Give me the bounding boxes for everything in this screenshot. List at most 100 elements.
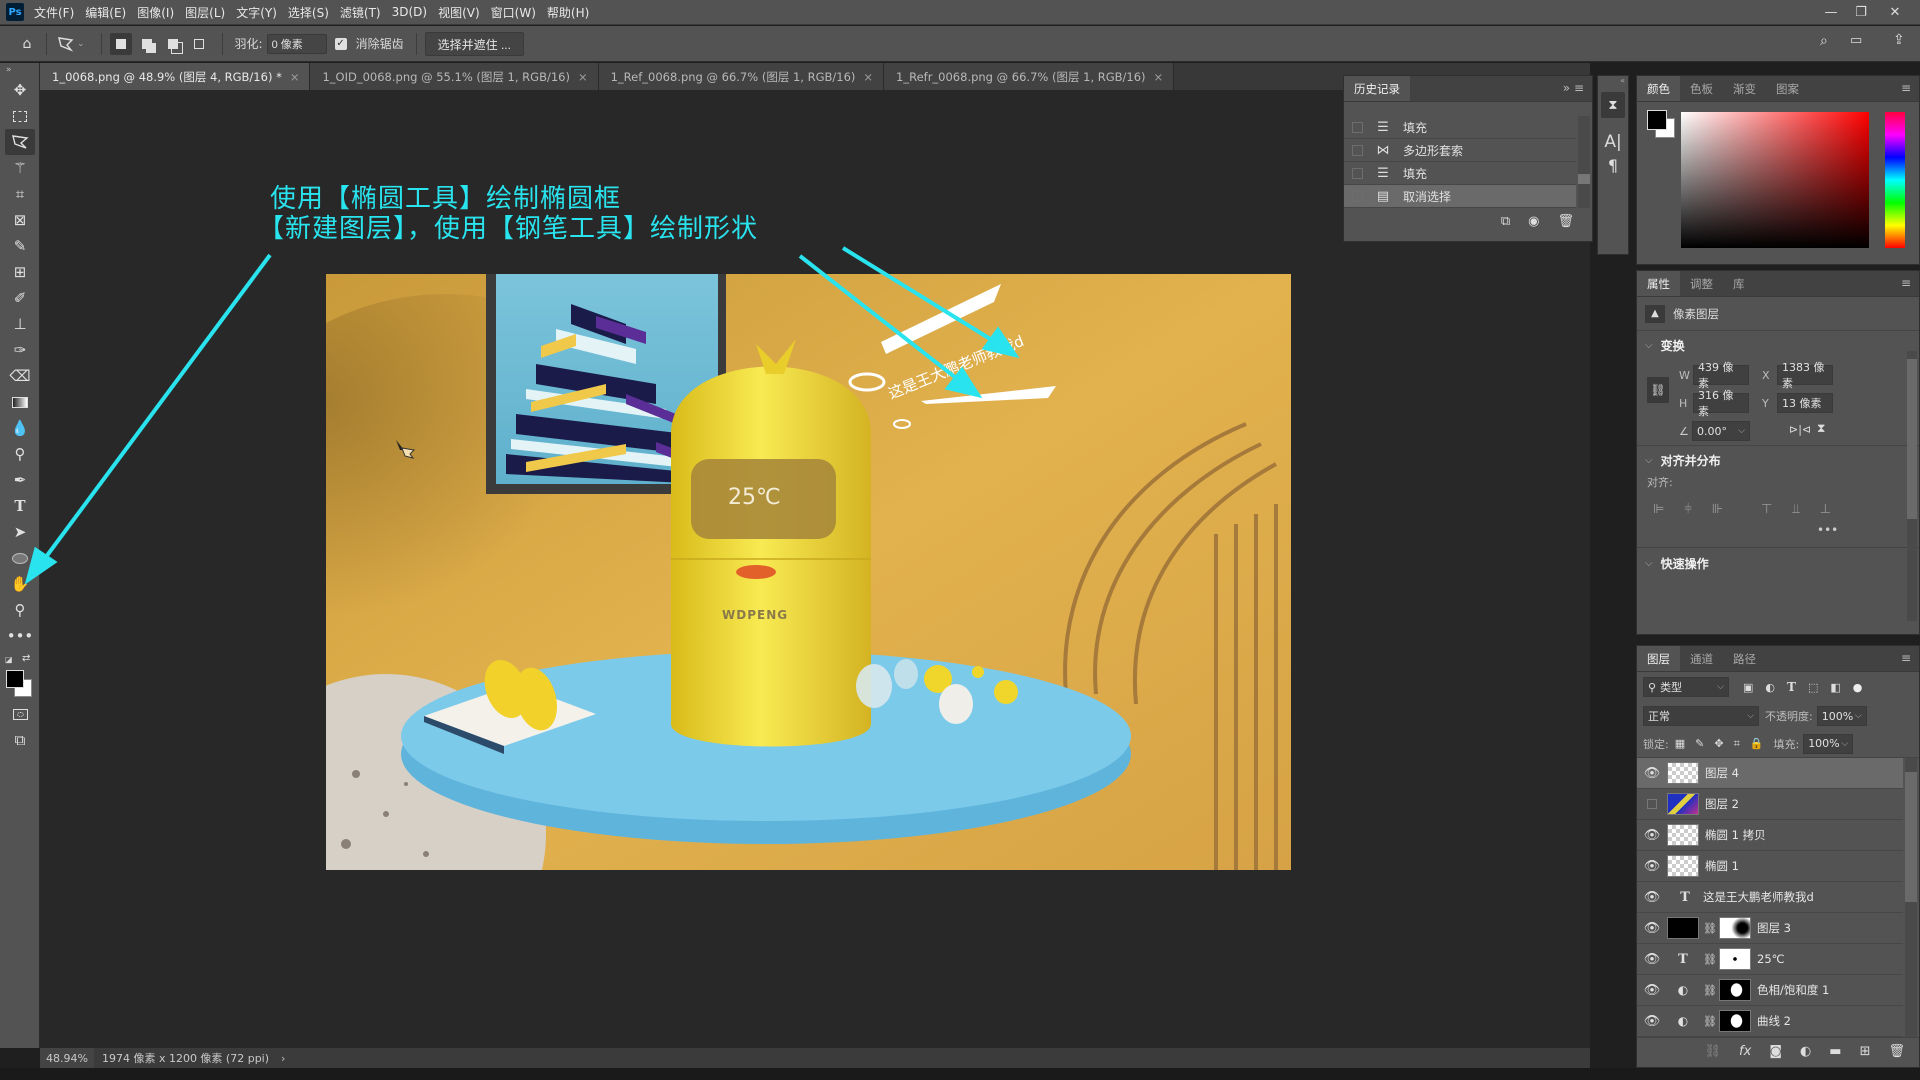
align-section-header[interactable]: ⌵ 对齐并分布 [1637,446,1919,474]
layer-name[interactable]: 色相/饱和度 1 [1757,982,1829,998]
tab-libraries[interactable]: 库 [1723,271,1755,296]
filter-shape-icon[interactable]: ⬚ [1808,681,1818,694]
align-left-icon[interactable]: ⊫ [1653,502,1664,517]
more-align-options-icon[interactable]: ••• [1637,517,1919,537]
tab-properties[interactable]: 属性 [1637,271,1680,296]
fill-input[interactable]: 100% ⌵ [1803,733,1854,754]
layer-row[interactable]: 👁 ◐ ⛓ 曲线 2 [1637,1006,1903,1037]
transform-section-header[interactable]: ⌵ 变换 [1637,331,1919,359]
layer-row[interactable]: 👁 椭圆 1 拷贝 [1637,820,1903,851]
visibility-toggle-off[interactable] [1637,799,1667,809]
filter-adjustment-icon[interactable]: ◐ [1765,681,1775,694]
y-input[interactable]: 13 像素 [1777,393,1833,413]
new-group-icon[interactable]: ▬ [1829,1044,1841,1059]
history-scrollbar[interactable] [1578,116,1590,208]
filter-toggle[interactable]: ● [1853,681,1863,694]
flip-horizontal-icon[interactable]: ⊳|⊲ [1789,423,1811,436]
tab-history[interactable]: 历史记录 [1344,76,1410,101]
layer-row[interactable]: 图层 2 [1637,789,1903,820]
layer-name[interactable]: 椭圆 1 [1705,858,1739,874]
layer-row[interactable]: 👁 T 这是王大鹏老师教我d [1637,882,1903,913]
visibility-eye-icon[interactable]: 👁 [1637,828,1667,843]
hue-slider[interactable] [1885,112,1905,248]
lock-pixels-icon[interactable]: ✎ [1695,737,1704,750]
quick-actions-section-header[interactable]: ⌵ 快速操作 [1637,548,1919,578]
panel-menu-icon[interactable]: ≡ [1893,76,1919,101]
add-mask-icon[interactable]: ◙ [1769,1044,1782,1059]
mask-link-icon[interactable]: ⛓ [1703,1015,1717,1028]
panel-menu-icon[interactable]: ≡ [1893,271,1919,296]
lock-transparent-icon[interactable]: ▦ [1675,737,1685,750]
tab-layers[interactable]: 图层 [1637,646,1680,671]
align-hcenter-icon[interactable]: ⫩ [1684,502,1691,517]
new-adjustment-layer-icon[interactable]: ◐ [1800,1044,1811,1059]
visibility-eye-icon[interactable]: 👁 [1637,859,1667,874]
history-item[interactable]: ⋈ 多边形套索 [1344,139,1576,162]
panel-menu-icon[interactable]: » ≡ [1555,76,1592,101]
history-snapshot-checkbox[interactable] [1352,167,1363,179]
layer-name[interactable]: 椭圆 1 拷贝 [1705,827,1766,843]
layer-row[interactable]: 👁 椭圆 1 [1637,851,1903,882]
x-input[interactable]: 1383 像素 [1777,361,1833,390]
filter-smart-object-icon[interactable]: ◧ [1830,681,1840,694]
visibility-eye-icon[interactable]: 👁 [1637,890,1667,905]
layer-mask-thumbnail[interactable] [1719,948,1751,970]
layer-name[interactable]: 这是王大鹏老师教我d [1703,889,1814,905]
align-top-icon[interactable]: ⊤ [1761,502,1772,517]
layer-mask-thumbnail[interactable] [1719,979,1751,1001]
history-panel-icon[interactable]: ⧗ [1601,92,1625,118]
new-layer-icon[interactable]: ⊞ [1860,1044,1871,1059]
layer-row[interactable]: 👁 ⛓ 图层 3 [1637,913,1903,944]
layer-row[interactable]: 👁 T ⛓ 25℃ [1637,944,1903,975]
layer-name[interactable]: 曲线 2 [1757,1013,1791,1029]
layer-row[interactable]: 👁 ◐ ⛓ 色相/饱和度 1 [1637,975,1903,1006]
height-input[interactable]: 316 像素 [1693,389,1749,418]
status-expand-icon[interactable]: › [277,1052,289,1065]
delete-layer-icon[interactable]: 🗑 [1888,1044,1905,1059]
visibility-eye-icon[interactable]: 👁 [1637,952,1667,967]
snapshot-camera-icon[interactable]: ◉ [1528,214,1539,229]
lock-artboard-icon[interactable]: ⌗ [1734,737,1740,751]
tab-color[interactable]: 颜色 [1637,76,1680,101]
align-right-icon[interactable]: ⊪ [1712,502,1723,517]
blend-mode-select[interactable]: 正常 ⌵ [1643,706,1759,726]
width-input[interactable]: 439 像素 [1693,361,1749,390]
mask-link-icon[interactable]: ⛓ [1703,984,1717,997]
filter-type-icon[interactable]: T [1787,680,1796,694]
opacity-input[interactable]: 100% ⌵ [1816,706,1867,726]
mask-link-icon[interactable]: ⛓ [1703,953,1717,966]
history-item[interactable]: ☰ 填充 [1344,116,1576,139]
visibility-eye-icon[interactable]: 👁 [1637,1014,1667,1029]
layer-name[interactable]: 图层 2 [1705,796,1739,812]
foreground-color-swatch[interactable] [1647,110,1667,130]
layer-filter-select[interactable]: ⚲ 类型 ⌵ [1643,677,1729,697]
layer-row[interactable]: 👁 图层 4 [1637,758,1903,789]
tab-channels[interactable]: 通道 [1680,646,1723,671]
align-bottom-icon[interactable]: ⊥ [1820,502,1831,517]
layers-scrollbar[interactable] [1905,758,1917,1037]
align-vcenter-icon[interactable]: ⫫ [1792,502,1799,517]
layer-name[interactable]: 图层 3 [1757,920,1791,936]
mask-link-icon[interactable]: ⛓ [1703,922,1717,935]
collapse-icon[interactable]: « [1598,76,1628,86]
filter-pixel-icon[interactable]: ▣ [1743,681,1753,694]
panel-menu-icon[interactable]: ≡ [1893,646,1919,671]
visibility-eye-icon[interactable]: 👁 [1637,921,1667,936]
visibility-eye-icon[interactable]: 👁 [1637,983,1667,998]
history-snapshot-checkbox[interactable] [1352,190,1363,202]
history-snapshot-checkbox[interactable] [1352,144,1363,156]
properties-scrollbar[interactable] [1907,351,1917,621]
zoom-level[interactable]: 48.94% [40,1048,94,1068]
flip-vertical-icon[interactable]: ⧗ [1817,421,1825,436]
tab-adjustments[interactable]: 调整 [1680,271,1723,296]
layer-mask-thumbnail[interactable] [1719,1010,1751,1032]
link-layers-icon[interactable]: ⛓ [1705,1044,1722,1059]
color-field[interactable] [1681,112,1869,248]
history-snapshot-checkbox[interactable] [1352,121,1363,133]
lock-position-icon[interactable]: ✥ [1714,737,1723,750]
tab-patterns[interactable]: 图案 [1766,76,1809,101]
tab-gradients[interactable]: 渐变 [1723,76,1766,101]
new-document-from-state-icon[interactable]: ⧉ [1501,214,1510,229]
delete-state-icon[interactable]: 🗑 [1557,214,1574,229]
lock-all-icon[interactable]: 🔒 [1750,737,1764,750]
